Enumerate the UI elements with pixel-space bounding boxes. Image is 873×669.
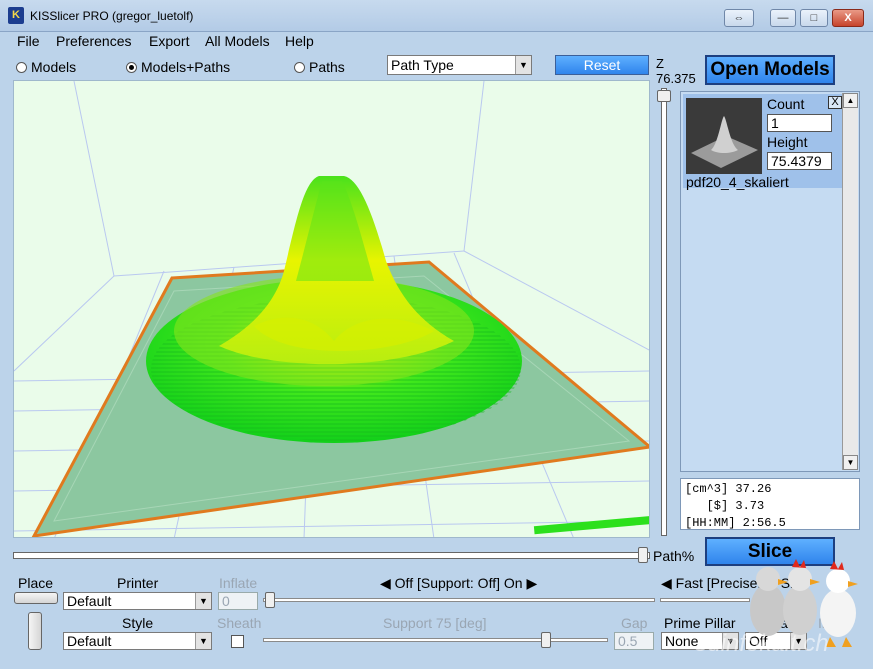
gap-label: Gap	[621, 615, 648, 631]
radio-dot	[16, 61, 27, 73]
support-slider-track	[263, 598, 655, 602]
radio-label: Models+Paths	[141, 59, 231, 75]
sheath-label: Sheath	[217, 615, 262, 631]
support-angle-track	[263, 638, 608, 642]
minimize-button[interactable]: —	[770, 9, 796, 27]
model-list-scrollbar[interactable]: ▲ ▼	[842, 93, 858, 470]
style-value: Default	[67, 633, 112, 649]
scroll-down-icon[interactable]: ▼	[843, 455, 858, 470]
menu-help[interactable]: Help	[285, 33, 314, 49]
chevron-right-icon[interactable]: ▶	[526, 575, 537, 591]
close-icon[interactable]: X	[828, 96, 842, 109]
title-bar: K KISSlicer PRO (gregor_luetolf) ⇔ — □ X	[0, 0, 873, 32]
reset-button[interactable]: Reset	[555, 55, 649, 75]
speed-slider[interactable]	[660, 592, 750, 608]
maximize-button[interactable]: □	[800, 9, 828, 27]
printer-value: Default	[67, 593, 112, 609]
path-slider-track	[13, 552, 650, 559]
style-label: Style	[122, 615, 154, 631]
radio-paths[interactable]: Paths	[294, 59, 345, 75]
sheath-checkbox[interactable]	[231, 635, 244, 648]
menu-bar: File Preferences Export All Models Help	[0, 32, 873, 52]
stat-volume: [cm^3] 37.26	[685, 482, 772, 496]
window-title: KISSlicer PRO (gregor_luetolf)	[30, 9, 194, 23]
style-select[interactable]: Default ▼	[63, 632, 212, 650]
path-type-value: Path Type	[391, 57, 454, 73]
scene-render	[14, 81, 649, 537]
path-percent-slider[interactable]	[13, 546, 650, 566]
z-label: Z	[656, 56, 664, 71]
chevron-left-icon[interactable]: ◀	[661, 575, 672, 591]
chevron-down-icon: ▼	[195, 593, 211, 609]
model-card[interactable]: Count X 1 Height 75.4379 pdf20_4_skalier…	[683, 94, 842, 190]
count-field[interactable]: 1	[767, 114, 832, 132]
stat-cost: [$] 3.73	[685, 499, 765, 513]
z-slider[interactable]	[655, 88, 673, 540]
watermark-text: 3dinfokalt.ch	[694, 630, 829, 657]
z-value: 76.375	[656, 71, 696, 86]
menu-all-models[interactable]: All Models	[205, 33, 270, 49]
radio-dot	[294, 61, 305, 73]
chevron-down-icon: ▼	[515, 56, 531, 74]
support-toggle-label: Off [Support: Off] On	[394, 575, 523, 591]
menu-file[interactable]: File	[17, 33, 40, 49]
inflate-field[interactable]: 0	[218, 592, 258, 610]
z-slider-track	[661, 88, 667, 536]
chevron-left-icon[interactable]: ◀	[380, 575, 391, 591]
support-slider-handle[interactable]	[265, 592, 275, 608]
radio-models[interactable]: Models	[16, 59, 76, 75]
restore-icon[interactable]: ⇔	[724, 9, 754, 27]
prime-pillar-label: Prime Pillar	[664, 615, 736, 631]
printer-label: Printer	[117, 575, 159, 591]
path-slider-handle[interactable]	[638, 547, 648, 563]
path-percent-label: Path%	[653, 548, 695, 564]
gap-field[interactable]: 0.5	[614, 632, 654, 650]
open-models-button[interactable]: Open Models	[705, 55, 835, 85]
menu-preferences[interactable]: Preferences	[56, 33, 131, 49]
stat-time: [HH:MM] 2:56.5	[685, 516, 786, 530]
z-readout: Z 76.375	[656, 56, 696, 86]
scroll-up-icon[interactable]: ▲	[843, 93, 858, 108]
model-list-panel: Count X 1 Height 75.4379 pdf20_4_skalier…	[680, 91, 860, 472]
inflate-label: Inflate	[219, 575, 258, 591]
app-logo-icon: K	[8, 7, 24, 24]
support-toggle[interactable]: ◀ Off [Support: Off] On ▶	[380, 575, 537, 592]
place-vertical-button[interactable]	[28, 612, 42, 650]
radio-dot-selected	[126, 61, 137, 73]
path-type-select[interactable]: Path Type ▼	[387, 55, 532, 75]
radio-models-paths[interactable]: Models+Paths	[126, 59, 230, 75]
height-label: Height	[767, 134, 808, 150]
count-label: Count	[767, 96, 805, 112]
print-stats: [cm^3] 37.26 [$] 3.73 [HH:MM] 2:56.5	[680, 478, 860, 530]
support-slider[interactable]	[263, 592, 655, 608]
model-name: pdf20_4_skaliert	[686, 174, 789, 190]
support-angle-slider[interactable]	[263, 632, 608, 648]
chevron-down-icon: ▼	[195, 633, 211, 649]
place-label: Place	[18, 575, 54, 591]
radio-label: Models	[31, 59, 77, 75]
close-button[interactable]: X	[832, 9, 864, 27]
radio-label: Paths	[309, 59, 345, 75]
z-slider-handle[interactable]	[657, 90, 671, 102]
support-angle-label: Support 75 [deg]	[383, 615, 487, 631]
printer-select[interactable]: Default ▼	[63, 592, 212, 610]
place-button[interactable]	[14, 592, 58, 604]
support-angle-handle[interactable]	[541, 632, 551, 648]
menu-export[interactable]: Export	[149, 33, 189, 49]
height-field[interactable]: 75.4379	[767, 152, 832, 170]
model-thumbnail	[686, 98, 762, 174]
3d-viewport[interactable]	[13, 80, 650, 538]
speed-slider-track	[660, 598, 750, 602]
